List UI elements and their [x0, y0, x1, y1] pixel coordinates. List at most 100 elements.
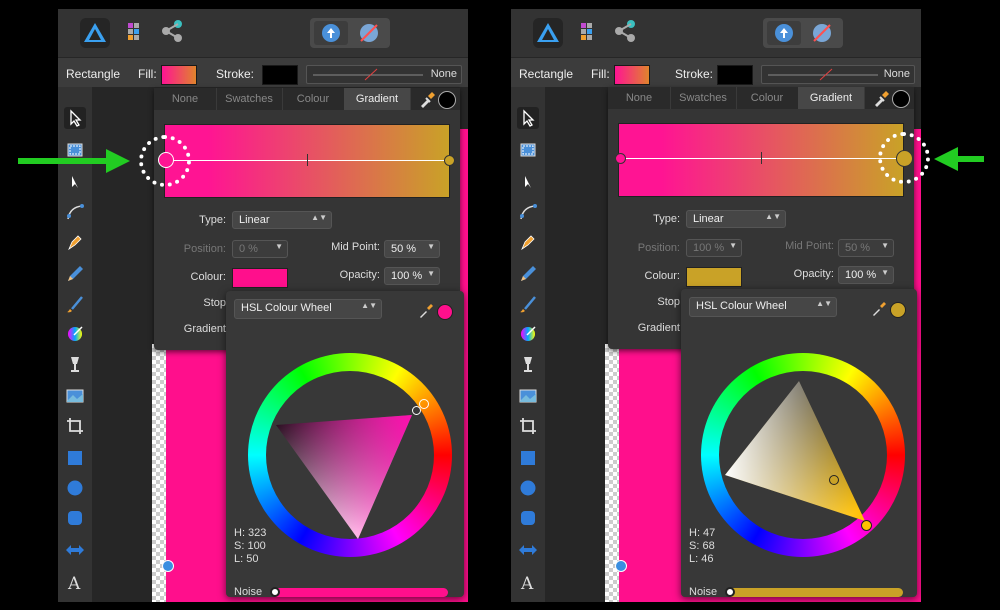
eyedropper-icon[interactable] — [418, 90, 436, 111]
crop-tool-icon[interactable] — [64, 415, 86, 437]
no-fill-icon[interactable] — [352, 21, 386, 45]
left-screenshot: Rectangle Fill: Stroke: None A None Swat… — [58, 9, 468, 602]
ellipse-tool-icon[interactable] — [64, 477, 86, 499]
transparency-tool-icon[interactable] — [517, 353, 539, 375]
fill-tabs: None Swatches Colour Gradient — [608, 87, 914, 109]
brush-tool-icon[interactable] — [64, 293, 86, 315]
opacity-field[interactable]: 100 % ▼ — [838, 266, 894, 284]
rounded-rect-tool-icon[interactable] — [517, 507, 539, 529]
opacity-value: 100 % — [391, 270, 423, 282]
crop-tool-icon[interactable] — [517, 415, 539, 437]
pixel-persona-icon[interactable] — [120, 17, 148, 45]
opacity-field[interactable]: 100 % ▼ — [384, 267, 440, 285]
stroke-width-slider[interactable]: None — [761, 65, 915, 84]
fill-tool-icon[interactable] — [64, 323, 86, 345]
noise-knob[interactable] — [270, 587, 280, 597]
midpoint-label: Mid Point: — [331, 241, 380, 253]
position-field[interactable]: 100 % ▼ — [686, 239, 742, 257]
stroke-width-slider[interactable]: None — [306, 65, 462, 84]
pencil-tool-icon[interactable] — [64, 263, 86, 285]
tab-none[interactable]: None — [608, 87, 671, 109]
rectangle-tool-icon[interactable] — [64, 447, 86, 469]
text-tool-icon[interactable]: A — [64, 571, 86, 594]
upload-icon[interactable] — [767, 21, 801, 45]
pixel-persona-icon[interactable] — [573, 17, 601, 45]
tab-gradient[interactable]: Gradient — [344, 88, 411, 110]
selected-colour-marker[interactable] — [829, 475, 839, 485]
fill-swatch[interactable] — [161, 65, 197, 85]
designer-logo-icon[interactable] — [533, 18, 563, 48]
persona-buttons — [310, 18, 390, 48]
ellipse-tool-icon[interactable] — [517, 477, 539, 499]
move-tool-icon[interactable] — [64, 107, 86, 129]
midpoint-marker[interactable] — [307, 154, 308, 166]
gradient-end-stop[interactable] — [444, 155, 455, 166]
tab-gradient[interactable]: Gradient — [798, 87, 865, 109]
current-colour-swatch[interactable] — [892, 90, 910, 108]
gradient-start-stop[interactable] — [615, 153, 626, 164]
hue-marker[interactable] — [861, 520, 872, 531]
noise-slider[interactable] — [727, 588, 903, 597]
pencil-tool-icon[interactable] — [517, 263, 539, 285]
export-persona-icon[interactable] — [158, 17, 186, 45]
persona-buttons — [763, 18, 843, 48]
noise-knob[interactable] — [725, 587, 735, 597]
tab-colour[interactable]: Colour — [282, 88, 345, 110]
type-dropdown[interactable]: Linear ▲▼ — [232, 211, 332, 229]
artboard-tool-icon[interactable] — [517, 139, 539, 161]
brush-tool-icon[interactable] — [517, 293, 539, 315]
text-tool-icon[interactable]: A — [517, 571, 539, 594]
rounded-rect-tool-icon[interactable] — [64, 507, 86, 529]
corner-tool-icon[interactable] — [517, 201, 539, 223]
export-persona-icon[interactable] — [611, 17, 639, 45]
midpoint-marker[interactable] — [761, 152, 762, 164]
arrow-shape-tool-icon[interactable] — [517, 539, 539, 561]
colour-swatch[interactable] — [686, 267, 742, 287]
transparency-tool-icon[interactable] — [64, 353, 86, 375]
type-value: Linear — [693, 213, 724, 225]
current-colour-swatch[interactable] — [438, 91, 456, 109]
upload-icon[interactable] — [314, 21, 348, 45]
pen-tool-icon[interactable] — [64, 231, 86, 253]
position-field[interactable]: 0 % ▼ — [232, 240, 288, 258]
svg-text:A: A — [520, 574, 534, 593]
corner-tool-icon[interactable] — [64, 201, 86, 223]
colour-swatch[interactable] — [232, 268, 288, 288]
fill-swatch[interactable] — [614, 65, 650, 85]
arrow-shape-tool-icon[interactable] — [64, 539, 86, 561]
stroke-value: None — [883, 68, 910, 80]
gradient-label: Gradient — [183, 323, 226, 335]
noise-slider[interactable] — [272, 588, 448, 597]
node-tool-icon[interactable] — [517, 171, 539, 193]
opacity-label: Opacity: — [339, 269, 380, 281]
pen-tool-icon[interactable] — [517, 231, 539, 253]
no-fill-icon[interactable] — [805, 21, 839, 45]
highlight-circle-left — [139, 135, 191, 187]
hue-marker[interactable] — [419, 399, 429, 409]
svg-text:A: A — [67, 574, 81, 593]
saturation-triangle[interactable] — [681, 289, 917, 597]
tab-colour[interactable]: Colour — [736, 87, 799, 109]
midpoint-field[interactable]: 50 % ▼ — [384, 240, 440, 258]
tab-none[interactable]: None — [154, 88, 217, 110]
move-tool-icon[interactable] — [517, 107, 539, 129]
midpoint-field[interactable]: 50 % ▼ — [838, 239, 894, 257]
place-image-icon[interactable] — [517, 385, 539, 407]
tab-swatches[interactable]: Swatches — [216, 88, 283, 110]
highlight-circle-right — [878, 132, 930, 184]
designer-logo-icon[interactable] — [80, 18, 110, 48]
stroke-swatch[interactable] — [717, 65, 753, 85]
place-image-icon[interactable] — [64, 385, 86, 407]
tab-swatches[interactable]: Swatches — [670, 87, 737, 109]
selection-handle[interactable] — [615, 560, 627, 572]
rectangle-tool-icon[interactable] — [517, 447, 539, 469]
selection-handle[interactable] — [162, 560, 174, 572]
fill-tool-icon[interactable] — [517, 323, 539, 345]
saturation-value: S: 68 — [689, 540, 715, 552]
stroke-swatch[interactable] — [262, 65, 298, 85]
eyedropper-icon[interactable] — [872, 89, 890, 110]
context-toolbar: Rectangle Fill: Stroke: None — [58, 57, 468, 89]
colour-popover: HSL Colour Wheel ▲▼ H: 323 S: 100 L: 50 N… — [226, 291, 464, 598]
type-dropdown[interactable]: Linear ▲▼ — [686, 210, 786, 228]
fill-label: Fill: — [591, 67, 610, 81]
